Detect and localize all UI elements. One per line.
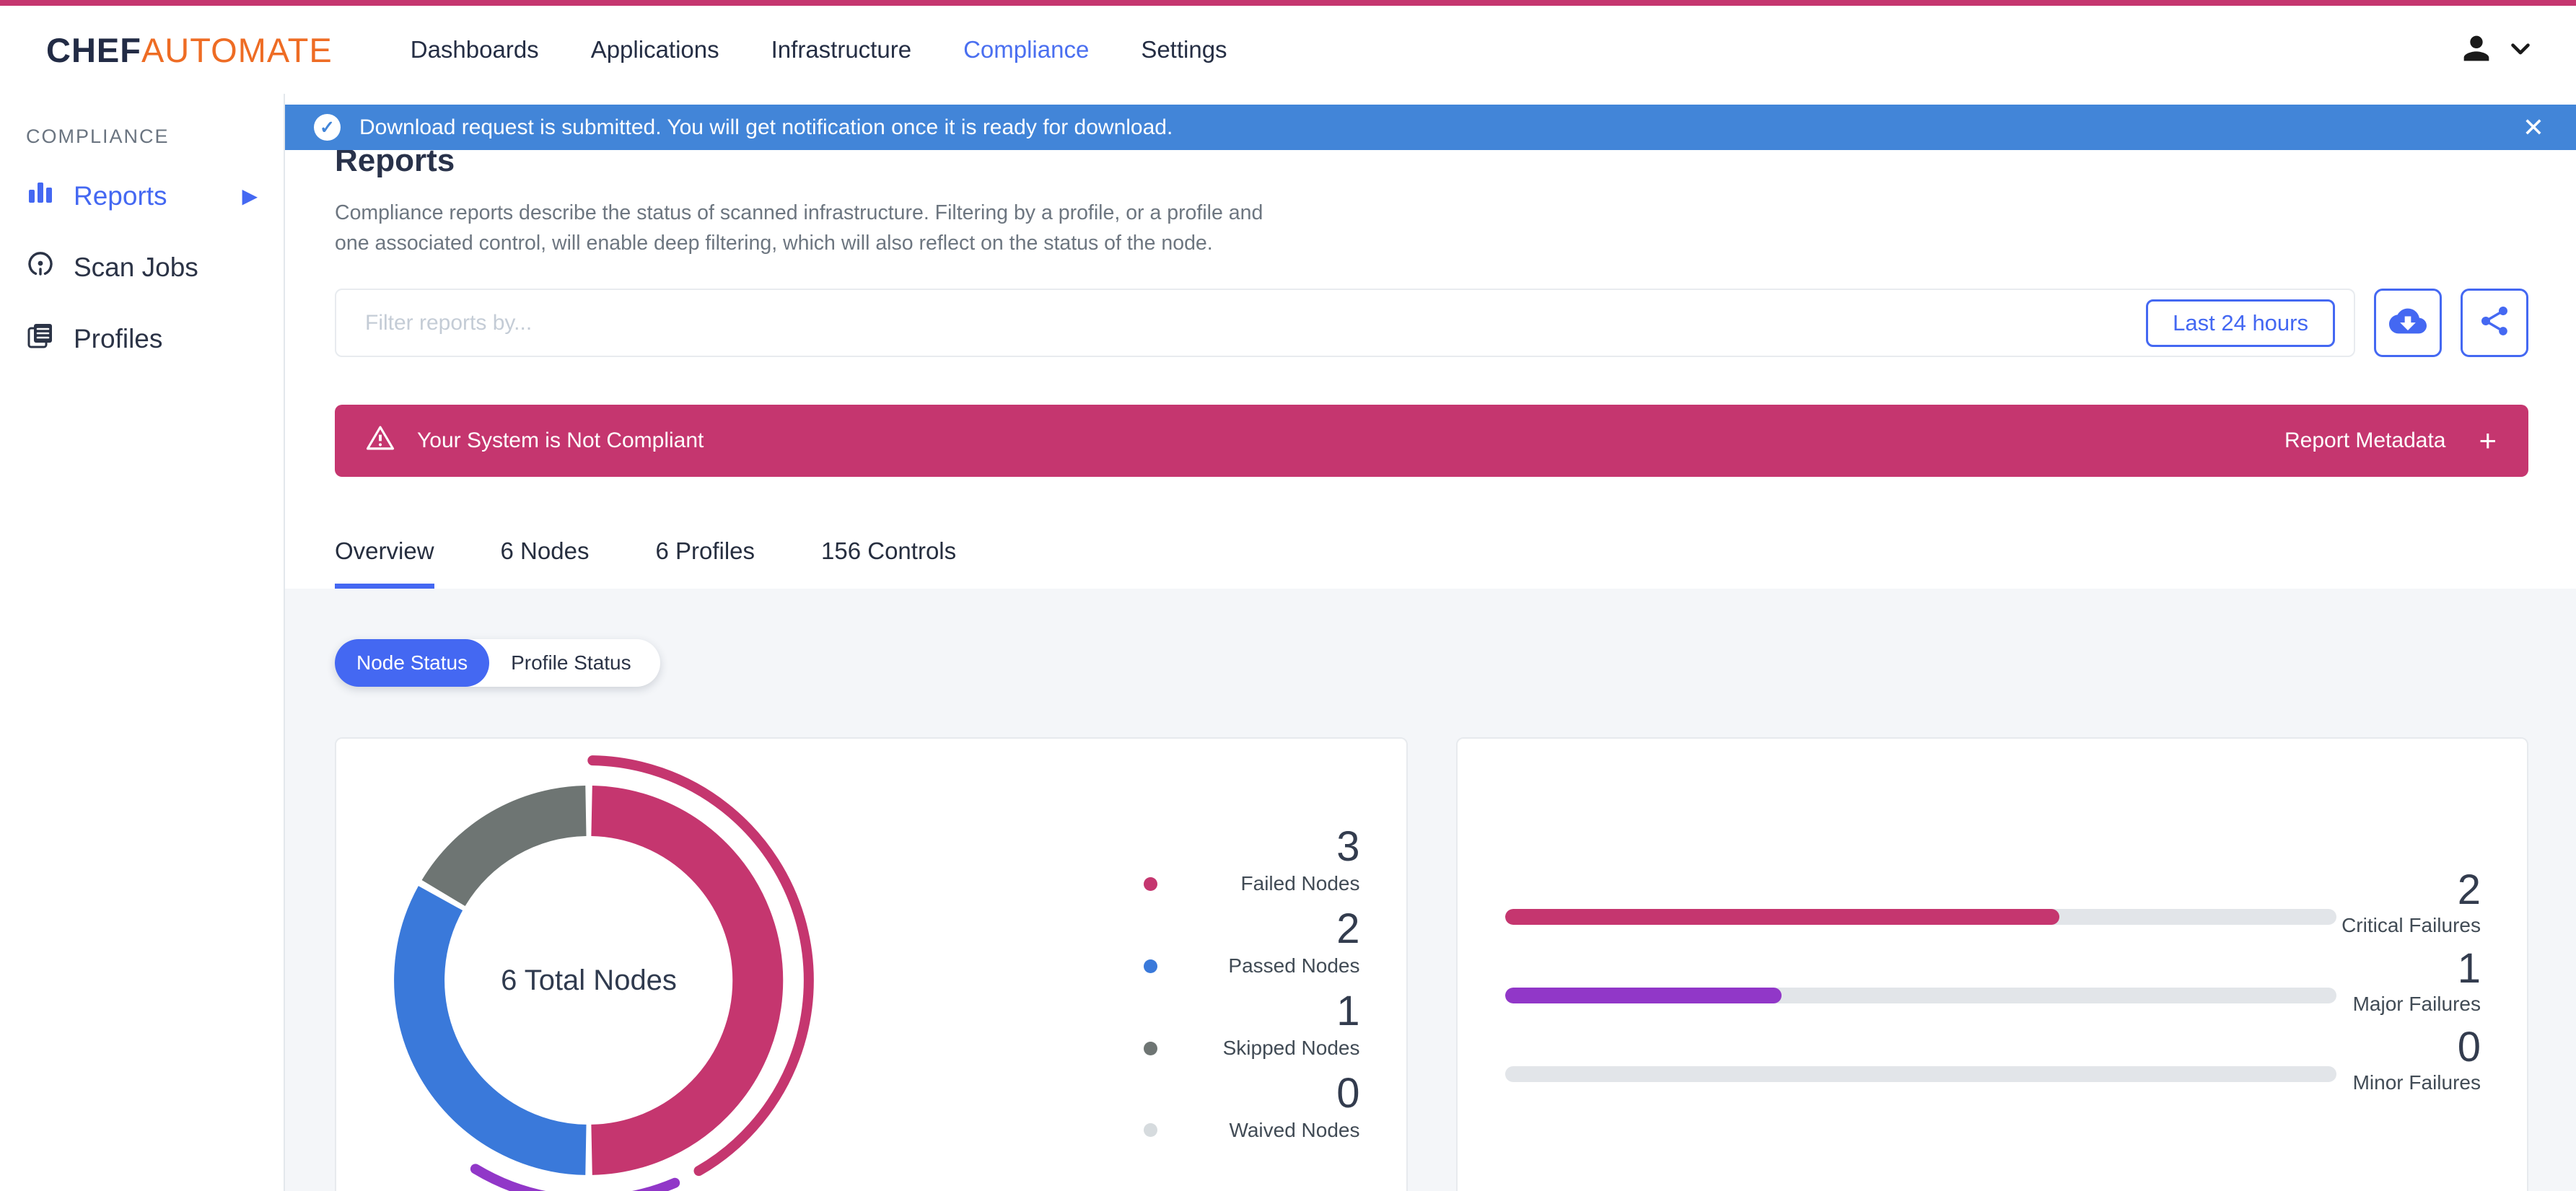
waived-nodes-count: 0 [1336, 1070, 1360, 1117]
logo-chef: CHEF [46, 30, 141, 69]
donut-center-label: 6 Total Nodes [501, 964, 677, 996]
notification-message: Download request is submitted. You will … [359, 115, 1173, 139]
toggle-profile-status[interactable]: Profile Status [489, 639, 660, 687]
warning-triangle-icon [365, 423, 395, 459]
compliance-sidebar: COMPLIANCE Reports ▶ Scan Jobs Profiles [0, 94, 285, 1191]
sidebar-item-label: Reports [74, 180, 167, 211]
critical-failures-label: Critical Failures [2341, 914, 2481, 937]
expand-arrow-icon[interactable]: ▶ [242, 184, 258, 208]
nav-compliance[interactable]: Compliance [937, 19, 1115, 81]
sidebar-item-label: Profiles [74, 323, 163, 353]
scanner-icon [26, 250, 55, 285]
sidebar-section-label: COMPLIANCE [26, 126, 170, 147]
logo-automate: AUTOMATE [141, 30, 333, 69]
chef-automate-logo[interactable]: CHEFAUTOMATE [46, 30, 333, 70]
tab-nodes[interactable]: 6 Nodes [501, 537, 590, 589]
cloud-download-icon [2389, 302, 2427, 343]
nav-settings[interactable]: Settings [1115, 19, 1253, 81]
sidebar-item-scan-jobs[interactable]: Scan Jobs [22, 250, 284, 285]
donut-legend: 3 Failed Nodes 2 Passed Nodes 1 Skipped … [1143, 823, 1360, 1142]
chevron-down-icon[interactable] [2505, 33, 2536, 67]
legend-label: Failed Nodes [1240, 872, 1360, 895]
minor-failures-label: Minor Failures [2352, 1071, 2481, 1094]
sidebar-item-profiles[interactable]: Profiles [22, 321, 284, 356]
major-failures-count: 1 [2457, 945, 2481, 993]
header-user-menu[interactable] [2458, 30, 2536, 71]
page-description-line2: one associated control, will enable deep… [335, 232, 1213, 255]
toggle-node-status[interactable]: Node Status [335, 639, 490, 687]
not-compliant-banner: Your System is Not Compliant Report Meta… [335, 405, 2528, 478]
share-report-button[interactable] [2461, 289, 2528, 358]
download-notification-banner: ✓ Download request is submitted. You wil… [285, 105, 2576, 150]
legend-label: Waived Nodes [1229, 1118, 1360, 1141]
minor-failures-count: 0 [2457, 1024, 2481, 1071]
nav-infrastructure[interactable]: Infrastructure [745, 19, 937, 81]
not-compliant-message: Your System is Not Compliant [417, 429, 704, 453]
legend-entry-skipped[interactable]: 1 Skipped Nodes [1143, 988, 1360, 1060]
filter-reports-input[interactable]: Filter reports by... Last 24 hours [335, 289, 2355, 358]
skipped-nodes-count: 1 [1336, 988, 1360, 1035]
user-profile-icon[interactable] [2458, 30, 2495, 71]
expand-metadata-icon[interactable]: + [2479, 426, 2497, 456]
passed-nodes-count: 2 [1336, 905, 1360, 953]
bar-row-major: 1 Major Failures [1458, 945, 2528, 1026]
legend-label: Skipped Nodes [1222, 1037, 1360, 1060]
critical-failures-fill [1504, 909, 2060, 926]
donut-segment-passed[interactable] [394, 886, 587, 1176]
minor-failures-bar[interactable] [1504, 1066, 2336, 1083]
sidebar-item-label: Scan Jobs [74, 252, 198, 282]
time-range-button[interactable]: Last 24 hours [2146, 299, 2335, 347]
tab-controls[interactable]: 156 Controls [821, 537, 956, 589]
major-failures-bar[interactable] [1504, 988, 2336, 1004]
brand-top-strip [0, 0, 2576, 6]
main-nav: Dashboards Applications Infrastructure C… [385, 19, 1253, 81]
nav-dashboards[interactable]: Dashboards [385, 19, 565, 81]
page-description: Compliance reports describe the status o… [335, 198, 2528, 258]
nav-applications[interactable]: Applications [565, 19, 745, 81]
passed-dot-icon [1143, 959, 1157, 973]
major-failures-label: Major Failures [2352, 993, 2481, 1016]
failed-nodes-count: 3 [1336, 823, 1360, 871]
node-status-donut-chart: 6 Total Nodes [394, 755, 814, 1191]
check-circle-icon: ✓ [314, 114, 341, 141]
skipped-dot-icon [1143, 1041, 1157, 1055]
page-description-line1: Compliance reports describe the status o… [335, 201, 1263, 224]
app-header: CHEFAUTOMATE Dashboards Applications Inf… [0, 6, 2576, 94]
waived-dot-icon [1143, 1123, 1157, 1138]
filter-placeholder: Filter reports by... [365, 310, 533, 335]
legend-entry-passed[interactable]: 2 Passed Nodes [1143, 905, 1360, 977]
failure-severity-card: 2 Critical Failures 1 Major Failures 0 M… [1455, 737, 2528, 1191]
node-status-donut-card: 6 Total Nodes 3 Failed Nodes 2 Passed No… [335, 737, 1408, 1191]
close-icon[interactable]: ✕ [2523, 114, 2544, 141]
share-icon [2477, 304, 2512, 342]
bar-row-critical: 2 Critical Failures [1458, 866, 2528, 947]
report-metadata-label[interactable]: Report Metadata [2284, 429, 2445, 453]
failed-dot-icon [1143, 876, 1157, 891]
filter-toolbar: Filter reports by... Last 24 hours [335, 289, 2528, 358]
donut-segment-skipped[interactable] [421, 786, 587, 907]
critical-failures-count: 2 [2457, 866, 2481, 914]
tab-profiles[interactable]: 6 Profiles [655, 537, 755, 589]
report-tabs: Overview 6 Nodes 6 Profiles 156 Controls [335, 537, 2528, 589]
major-failures-fill [1504, 988, 1782, 1004]
critical-failures-bar[interactable] [1504, 909, 2336, 926]
sidebar-item-reports[interactable]: Reports ▶ [22, 178, 284, 214]
legend-entry-waived[interactable]: 0 Waived Nodes [1143, 1070, 1360, 1142]
bar-chart-icon [26, 178, 55, 214]
failure-bars-chart: 2 Critical Failures 1 Major Failures 0 M… [1458, 866, 2528, 1104]
download-report-button[interactable] [2374, 289, 2442, 358]
documents-icon [26, 321, 55, 356]
status-toggle: Node Status Profile Status [335, 639, 660, 687]
bar-row-minor: 0 Minor Failures [1458, 1024, 2528, 1104]
tab-overview[interactable]: Overview [335, 537, 434, 589]
main-content: Reports Compliance reports describe the … [285, 94, 2576, 1191]
legend-entry-failed[interactable]: 3 Failed Nodes [1143, 823, 1360, 895]
legend-label: Passed Nodes [1228, 954, 1360, 977]
